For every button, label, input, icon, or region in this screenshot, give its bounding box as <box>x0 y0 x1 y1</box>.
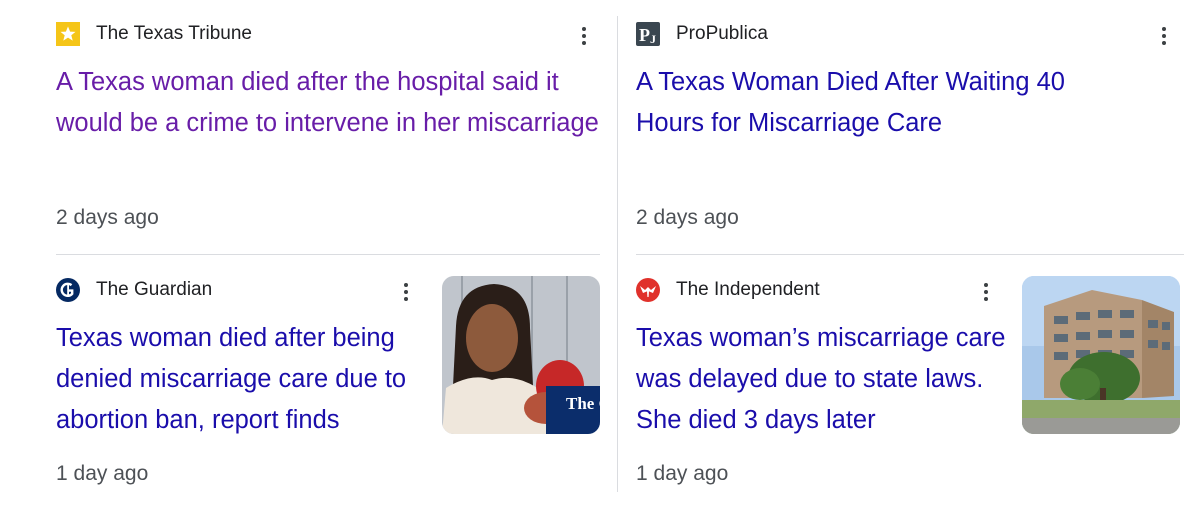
source-name: The Independent <box>676 279 820 300</box>
texas-tribune-star-icon <box>56 22 80 46</box>
svg-text:P: P <box>639 25 650 45</box>
article-thumbnail[interactable]: The Guar <box>442 276 600 434</box>
source-row: The Guardian <box>56 276 212 304</box>
column-divider <box>617 16 618 492</box>
source-name: The Texas Tribune <box>96 23 252 44</box>
guardian-watermark: The Guar <box>566 394 600 413</box>
source-name: The Guardian <box>96 279 213 300</box>
timestamp: 1 day ago <box>636 462 729 485</box>
news-card-guardian[interactable]: The Guardian Texas woman died after bein… <box>56 272 600 500</box>
source-name: ProPublica <box>676 23 768 44</box>
news-card-texas-tribune[interactable]: The Texas Tribune A Texas woman died aft… <box>56 16 600 256</box>
independent-eagle-icon <box>636 278 660 302</box>
timestamp: 2 days ago <box>636 206 739 229</box>
news-card-propublica[interactable]: P J ProPublica A Texas Woman Died After … <box>636 16 1184 256</box>
source-row: P J ProPublica <box>636 20 768 48</box>
timestamp: 2 days ago <box>56 206 159 229</box>
article-thumbnail[interactable] <box>1022 276 1180 434</box>
timestamp: 1 day ago <box>56 462 149 485</box>
headline-link[interactable]: Texas woman died after being denied misc… <box>56 318 434 441</box>
guardian-g-icon <box>56 278 80 302</box>
more-options-button[interactable] <box>574 22 594 50</box>
svg-text:J: J <box>650 32 656 46</box>
more-options-button[interactable] <box>396 278 416 306</box>
source-row: The Texas Tribune <box>56 20 252 48</box>
news-card-independent[interactable]: The Independent Texas woman’s miscarriag… <box>636 272 1184 500</box>
headline-link[interactable]: A Texas woman died after the hospital sa… <box>56 62 604 144</box>
more-options-button[interactable] <box>976 278 996 306</box>
headline-link[interactable]: Texas woman’s miscarriage care was delay… <box>636 318 1008 441</box>
source-row: The Independent <box>636 276 820 304</box>
propublica-logo-icon: P J <box>636 22 660 46</box>
headline-link[interactable]: A Texas Woman Died After Waiting 40 Hour… <box>636 62 1126 144</box>
more-options-button[interactable] <box>1154 22 1174 50</box>
top-stories-grid: The Texas Tribune A Texas woman died aft… <box>0 0 1200 512</box>
